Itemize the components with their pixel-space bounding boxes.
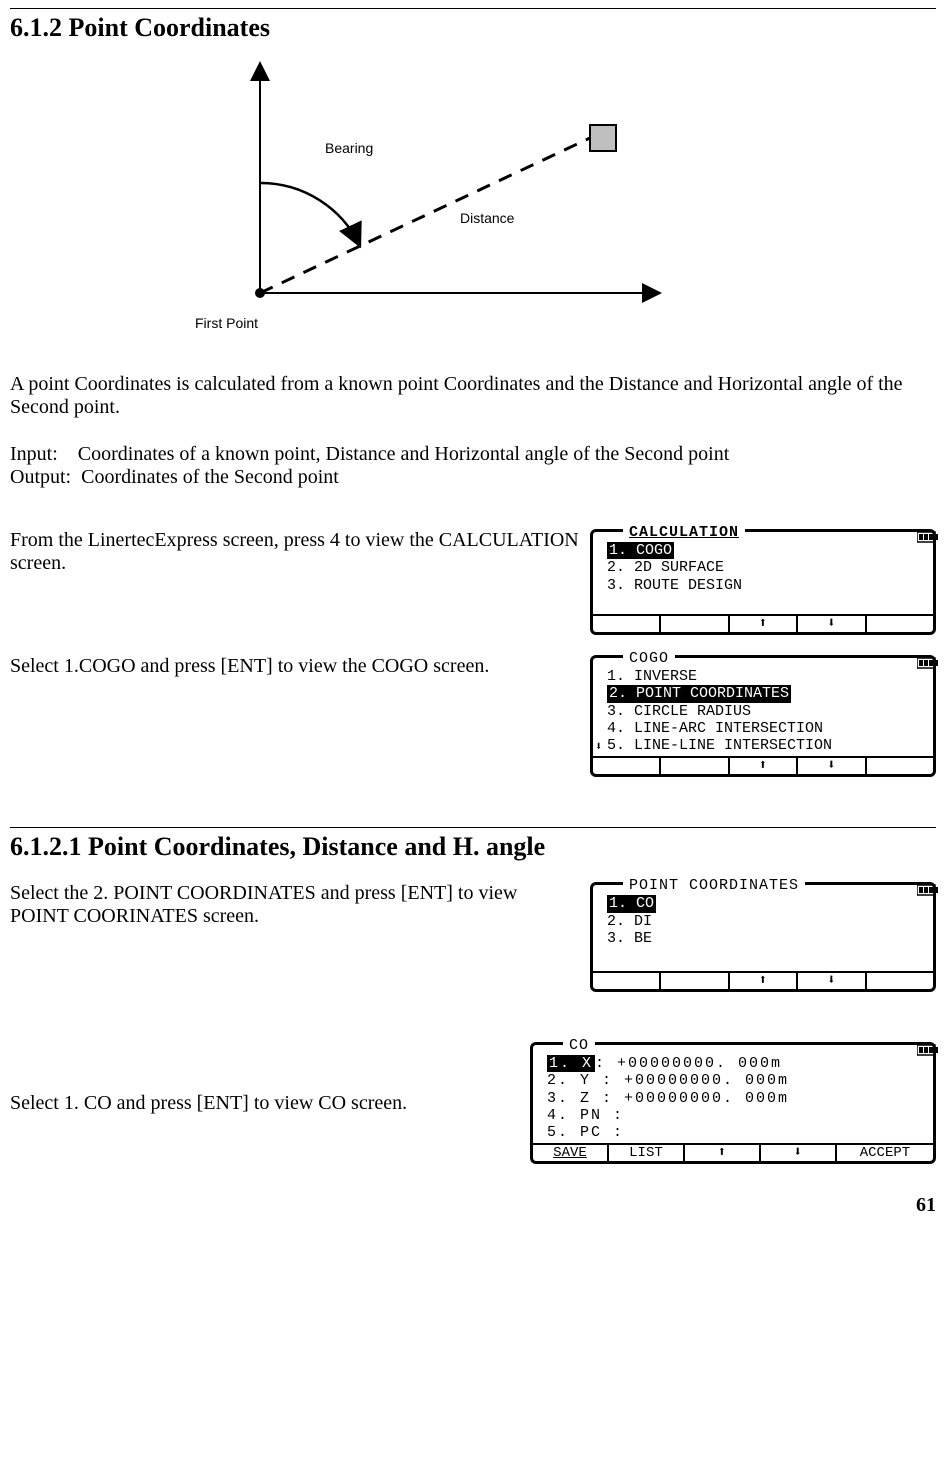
input-value: Coordinates of a known point, Distance a… [78,443,730,465]
list-item: 3. Z : +00000000. 000m [547,1090,923,1107]
list-item: 4. PN : [547,1107,923,1124]
step-2-row: Select 1.COGO and press [ENT] to view th… [10,655,936,777]
down-key[interactable]: ⬇ [798,616,866,632]
step-4-row: Select 1. CO and press [ENT] to view CO … [10,1042,936,1164]
scroll-indicator-icon: ⬇ [595,741,602,755]
softkey-bar: ⬆ ⬇ [593,971,933,989]
battery-icon [917,1044,939,1061]
list-item: 3. BE [607,930,923,947]
section-number: 6.1.2.1 [10,832,82,861]
input-line: Input: Coordinates of a known point, Dis… [10,443,936,466]
step-4-text: Select 1. CO and press [ENT] to view CO … [10,1092,530,1115]
description-para: A point Coordinates is calculated from a… [10,373,936,419]
list-item: 4. LINE-ARC INTERSECTION [607,720,923,737]
screen-title: CALCULATION [623,524,745,541]
co-screen: CO 1. X: +00000000. 000m 2. Y : +0000000… [530,1042,936,1164]
section-number: 6.1.2 [10,13,62,42]
cogo-screen: COGO 1. INVERSE 2. POINT COORDINATES 3. … [590,655,936,777]
list-item: 2. Y : +00000000. 000m [547,1072,923,1089]
list-item: 3. CIRCLE RADIUS [607,703,923,720]
diagram-label-bearing: Bearing [325,140,373,156]
list-item: 3. ROUTE DESIGN [607,577,923,594]
list-item: 2. POINT COORDINATES [607,685,923,702]
output-value: Coordinates of the Second point [81,466,339,488]
step-3-row: Select the 2. POINT COORDINATES and pres… [10,882,936,992]
softkey-bar: ⬆ ⬇ [593,756,933,774]
softkey-bar: SAVE LIST ⬆ ⬇ ACCEPT [533,1143,933,1161]
section-heading-2: 6.1.2.1 Point Coordinates, Distance and … [10,832,936,862]
down-key[interactable]: ⬇ [761,1145,837,1161]
section-heading-1: 6.1.2 Point Coordinates [10,13,936,43]
section-title: Point Coordinates, Distance and H. angle [88,832,545,861]
list-item: 1. X: +00000000. 000m [547,1055,923,1072]
screen-title: CO [563,1037,595,1054]
list-item: 1. COGO [607,542,923,559]
step-2-text: Select 1.COGO and press [ENT] to view th… [10,655,590,678]
page-number: 61 [10,1194,936,1217]
output-label: Output: [10,466,71,488]
step-1-text: From the LinertecExpress screen, press 4… [10,529,590,575]
down-key[interactable]: ⬇ [798,973,866,989]
diagram-label-distance: Distance [460,210,515,226]
step-1-row: From the LinertecExpress screen, press 4… [10,529,936,635]
list-item: 2. 2D SURFACE [607,559,923,576]
output-line: Output: Coordinates of the Second point [10,466,936,489]
save-key[interactable]: SAVE [533,1145,609,1161]
up-key[interactable]: ⬆ [730,616,798,632]
up-key[interactable]: ⬆ [730,758,798,774]
screen-title: COGO [623,650,675,667]
softkey-bar: ⬆ ⬇ [593,614,933,632]
up-key[interactable]: ⬆ [685,1145,761,1161]
up-key[interactable]: ⬆ [730,973,798,989]
battery-icon [917,657,939,674]
section-title: Point Coordinates [69,13,271,42]
list-item: 1. INVERSE [607,668,923,685]
list-item: 5. PC : [547,1124,923,1141]
diagram-label-first-point: First Point [195,315,258,331]
down-key[interactable]: ⬇ [798,758,866,774]
calculation-screen: CALCULATION 1. COGO 2. 2D SURFACE 3. ROU… [590,529,936,635]
list-item: 1. CO [607,895,923,912]
bearing-distance-diagram: Bearing Distance First Point [160,53,710,353]
battery-icon [917,531,939,548]
list-key[interactable]: LIST [609,1145,685,1161]
input-label: Input: [10,443,58,465]
step-3-text: Select the 2. POINT COORDINATES and pres… [10,882,590,928]
list-item: 5. LINE-LINE INTERSECTION [607,737,923,754]
battery-icon [917,884,939,901]
screen-title: POINT COORDINATES [623,877,805,894]
list-item: 2. DI [607,913,923,930]
accept-key[interactable]: ACCEPT [837,1145,933,1161]
point-coordinates-screen: POINT COORDINATES 1. CO 2. DI 3. BE ⬆ ⬇ [590,882,936,992]
